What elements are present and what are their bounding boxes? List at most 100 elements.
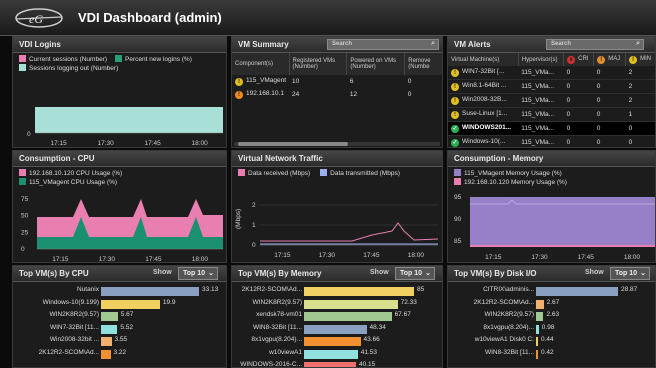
vm-alerts-panel: VM Alerts Search ⌕ Virtual Machine(s) Hyp… xyxy=(447,36,656,148)
value-cell: 115_VMa... xyxy=(521,97,555,104)
bar-value: 3.22 xyxy=(113,348,127,356)
table-row[interactable]: ! 192.168.10.1 24 12 0 xyxy=(232,88,442,101)
chart-legend: 115_VMagent Memory Usage (%) 192.168.10.1… xyxy=(448,167,655,189)
column-header[interactable]: Virtual Machine(s) xyxy=(448,53,519,66)
column-header[interactable]: Remove (Numbe xyxy=(404,53,442,75)
bar xyxy=(101,312,118,321)
bar-row[interactable]: WIN2K8R2(9.57) 2.63 xyxy=(448,311,655,322)
column-header[interactable]: ! MAJ xyxy=(593,53,627,66)
vm-cell: ! WIN7-32Bit [... xyxy=(448,66,518,80)
bar-value: 0.44 xyxy=(541,336,554,343)
cpu-chart: 75 50 25 0 17:15 17:30 17:45 18:00 xyxy=(21,196,223,263)
bar-label: WINDOWS-2016-C... xyxy=(240,361,302,368)
x-tick-label: 17:15 xyxy=(274,252,291,259)
memory-chart: 95 90 85 17:15 17:30 17:45 18:00 xyxy=(454,194,655,261)
warning-icon: ! xyxy=(451,69,459,77)
table-row[interactable]: ✓ Windows-10(... 115_VMa... 0 0 0 xyxy=(448,136,655,147)
bar-row[interactable]: Nutanix 33.13 xyxy=(13,286,226,297)
bar-row[interactable]: w10viewA1 Disk0 C: 0.44 xyxy=(448,336,655,347)
table-row[interactable]: ! 115_VMagent 10 6 0 xyxy=(232,75,442,88)
table-row[interactable]: ! Win2008-32B... 115_VMa... 0 0 2 xyxy=(448,94,655,108)
column-header[interactable]: ! MIN xyxy=(625,53,655,66)
bar-label: WIN2K8R2(9.57) xyxy=(49,311,100,318)
bar-row[interactable]: WIN8-32Bit [11... 0.42 xyxy=(448,349,655,360)
value-cell: 0 xyxy=(596,97,601,104)
value-cell: 1 xyxy=(628,111,633,118)
select-value: Top 10 xyxy=(615,270,638,277)
legend-item: 192.168.10.120 CPU Usage (%) xyxy=(19,169,220,178)
bar xyxy=(536,349,538,359)
value-cell: 115_VMa... xyxy=(521,125,555,132)
bar-row[interactable]: 2K12R2-SCOM\Ad... 85 xyxy=(232,286,442,297)
memory-consumption-panel: Consumption - Memory 115_VMagent Memory … xyxy=(447,150,656,263)
value-cell: 0 xyxy=(596,69,601,76)
bar-label: WIN8-32Bit [11... xyxy=(252,323,302,331)
bar-row[interactable]: WIN2K8R2(9.57) 5.67 xyxy=(13,311,226,322)
bar xyxy=(536,299,544,309)
column-header[interactable]: Powered on VMs (Number) xyxy=(346,53,406,75)
y-tick-label: 1 xyxy=(252,222,256,229)
bar-row[interactable]: 2K12R2-SCOM\Ad... 2.67 xyxy=(448,299,655,310)
bar-label: WIN2K8R2(9.57) xyxy=(484,311,535,318)
top-vm-memory-panel: Top VM(s) By Memory Show Top 10 ⌄ 2K12R2-… xyxy=(231,265,443,368)
vm-name: Win2008-32B... xyxy=(462,96,507,103)
bar-value: 3.55 xyxy=(114,336,128,343)
y-tick-label: 50 xyxy=(21,213,29,220)
warning-icon: ! xyxy=(235,91,243,99)
network-traffic-panel: Virtual Network Traffic Data received (M… xyxy=(231,150,443,263)
y-tick-label: 90 xyxy=(454,216,462,223)
horizontal-scrollbar[interactable] xyxy=(234,142,440,146)
top-count-select[interactable]: Top 10 ⌄ xyxy=(395,267,435,280)
legend-item: Current sessions (Number) xyxy=(19,55,107,64)
bar-row[interactable]: xendsk78-vm01 67.67 xyxy=(232,311,442,322)
column-header[interactable]: Component(s) xyxy=(232,53,290,75)
warning-icon: ! xyxy=(235,78,243,86)
value-cell: 0 xyxy=(566,69,571,76)
top-vm-cpu-panel: Top VM(s) By CPU Show Top 10 ⌄ Nutanix 33.… xyxy=(12,265,227,368)
y-tick-label: 0 xyxy=(252,242,256,249)
top-count-select[interactable]: Top 10 ⌄ xyxy=(610,267,650,280)
value-cell: 0 xyxy=(628,139,633,146)
bar-label: Windows-10(9.199) xyxy=(42,298,99,306)
panel-title: Virtual Network Traffic xyxy=(232,151,442,167)
x-tick-label: 17:15 xyxy=(51,140,68,147)
summary-search-input[interactable]: Search ⌕ xyxy=(327,39,439,50)
alerts-search-input[interactable]: Search ⌕ xyxy=(546,39,644,50)
bar-label: 2K12R2-SCOM\Ad... xyxy=(473,298,534,306)
legend-label: 115_VMagent CPU Usage (%) xyxy=(29,179,118,186)
legend-label: Data received (Mbps) xyxy=(248,170,311,177)
panel-title: Top VM(s) By Disk I/O xyxy=(454,269,537,278)
bar-row[interactable]: WIN2K8R2(9.57) 72.33 xyxy=(232,299,442,310)
bar-row[interactable]: WINDOWS-2016-C... 40.15 xyxy=(232,361,442,368)
bar-label: WIN8-32Bit [11... xyxy=(484,348,534,356)
legend-label: Data transmitted (Mbps) xyxy=(330,170,400,177)
bar-value: 5.67 xyxy=(120,311,134,318)
bar-row[interactable]: WIN8-32Bit [11... 48.34 xyxy=(232,324,442,335)
bar-row[interactable]: 2K12R2-SCOM\Ad... 3.22 xyxy=(13,349,226,360)
bar xyxy=(536,312,544,321)
column-header[interactable]: x CRI xyxy=(563,53,595,66)
table-row[interactable]: ! WIN7-32Bit [... 115_VMa... 0 0 2 xyxy=(448,66,655,80)
bar-row[interactable]: Win2008-32bit ... 3.55 xyxy=(13,336,226,347)
x-tick-label: 18:00 xyxy=(408,252,425,259)
top-count-select[interactable]: Top 10 ⌄ xyxy=(178,267,218,280)
vm-alerts-table: Virtual Machine(s) Hypervisor(s) x CRI! MAJ!… xyxy=(448,53,655,147)
bar-row[interactable]: WIN7-32Bit [11... 5.52 xyxy=(13,324,226,335)
x-tick-label: 17:30 xyxy=(98,140,115,147)
table-row[interactable]: ✓ WINDOWS201... 115_VMa... 0 0 0 xyxy=(448,121,655,136)
bar-row[interactable]: Windows-10(9.199) 19.9 xyxy=(13,299,226,310)
bar-row[interactable]: w10viewA1 41.53 xyxy=(232,349,442,360)
table-row[interactable]: ! Win8.1-64Bit ... 115_VMa... 0 0 2 xyxy=(448,80,655,94)
memory-bar-chart: 2K12R2-SCOM\Ad... 85 WIN2K8R2(9.57) 72.33 xe… xyxy=(232,282,442,368)
bar-row[interactable]: 8x1vgpu(8.204)... 0.98 xyxy=(448,324,655,335)
bar-row[interactable]: 8x1vgpu(8.204)... 43.66 xyxy=(232,336,442,347)
x-tick-label: 17:30 xyxy=(99,256,116,263)
column-header[interactable]: Registered VMs (Number) xyxy=(289,53,348,75)
bar-row[interactable]: CITRIX\adminis... 28.87 xyxy=(448,286,655,297)
column-header[interactable]: Hypervisor(s) xyxy=(518,53,565,66)
table-row[interactable]: ! Suse-Linux [1... 115_VMa... 0 0 1 xyxy=(448,108,655,122)
search-icon: ⌕ xyxy=(636,40,640,47)
scrollbar-thumb[interactable] xyxy=(238,142,348,146)
panel-title: Top VM(s) By Memory xyxy=(238,269,322,278)
vm-cell: ✓ Windows-10(... xyxy=(448,136,518,147)
